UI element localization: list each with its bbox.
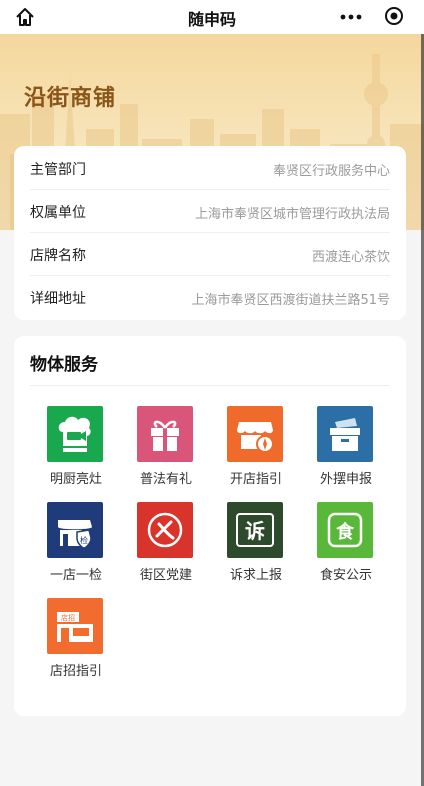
divider xyxy=(30,385,390,386)
info-row-department: 主管部门 奉贤区行政服务中心 xyxy=(30,146,390,190)
services-title: 物体服务 xyxy=(30,355,98,375)
store-shield-icon: 检 xyxy=(47,502,103,558)
service-label: 食安公示 xyxy=(319,568,372,583)
info-label: 主管部门 xyxy=(30,162,86,178)
service-item-food-safety[interactable]: 食 食安公示 xyxy=(311,502,381,592)
shop-info-card: 主管部门 奉贤区行政服务中心 权属单位 上海市奉贤区城市管理行政执法局 店牌名称… xyxy=(14,146,406,320)
service-item-party-building[interactable]: 街区党建 xyxy=(131,502,201,592)
service-label: 一店一检 xyxy=(49,568,102,583)
storefront-compass-icon xyxy=(227,406,283,462)
info-value: 上海市奉贤区城市管理行政执法局 xyxy=(194,207,390,222)
service-item-sign-guide[interactable]: 店招 店招指引 xyxy=(41,598,111,688)
info-value: 奉贤区行政服务中心 xyxy=(272,164,390,179)
more-options-icon[interactable] xyxy=(340,14,362,20)
gift-icon xyxy=(137,406,193,462)
info-label: 详细地址 xyxy=(30,291,86,307)
svg-text:诉: 诉 xyxy=(245,519,265,543)
service-item-kitchen[interactable]: 明厨亮灶 xyxy=(41,406,111,496)
info-label: 店牌名称 xyxy=(30,248,86,264)
info-row-address: 详细地址 上海市奉贤区西渡街道扶兰路51号 xyxy=(30,275,390,318)
service-label: 明厨亮灶 xyxy=(49,472,102,487)
service-label: 外摆申报 xyxy=(319,472,372,487)
chef-hat-camera-icon xyxy=(47,406,103,462)
service-item-open-store-guide[interactable]: 开店指引 xyxy=(221,406,291,496)
service-label: 开店指引 xyxy=(229,472,282,487)
services-card: 物体服务 明厨亮灶 普法有礼 开店指引 外摆申报 检 一店一检 街区党建 诉 诉… xyxy=(14,336,406,716)
complaint-icon: 诉 xyxy=(227,502,283,558)
hero-heading: 沿街商铺 xyxy=(24,86,117,111)
service-label: 店招指引 xyxy=(49,664,102,679)
sign-board-icon: 店招 xyxy=(47,598,103,654)
info-row-owner-unit: 权属单位 上海市奉贤区城市管理行政执法局 xyxy=(30,189,390,233)
svg-text:店招: 店招 xyxy=(61,613,75,622)
service-label: 街区党建 xyxy=(139,568,192,583)
info-value: 上海市奉贤区西渡街道扶兰路51号 xyxy=(191,293,390,308)
top-navigation-bar: 随申码 xyxy=(0,0,424,34)
service-label: 普法有礼 xyxy=(139,472,192,487)
service-item-law-gift[interactable]: 普法有礼 xyxy=(131,406,201,496)
service-item-store-inspection[interactable]: 检 一店一检 xyxy=(41,502,111,592)
box-icon xyxy=(317,406,373,462)
info-row-shop-name: 店牌名称 西渡连心茶饮 xyxy=(30,232,390,276)
service-item-outdoor-declaration[interactable]: 外摆申报 xyxy=(311,406,381,496)
service-item-appeal-report[interactable]: 诉 诉求上报 xyxy=(221,502,291,592)
food-safety-icon: 食 xyxy=(317,502,373,558)
party-emblem-icon xyxy=(137,502,193,558)
info-label: 权属单位 xyxy=(30,205,86,221)
service-label: 诉求上报 xyxy=(229,568,282,583)
info-value: 西渡连心茶饮 xyxy=(311,250,390,265)
svg-text:食: 食 xyxy=(335,521,355,543)
close-miniprogram-icon[interactable] xyxy=(384,6,404,26)
svg-text:检: 检 xyxy=(80,535,88,545)
